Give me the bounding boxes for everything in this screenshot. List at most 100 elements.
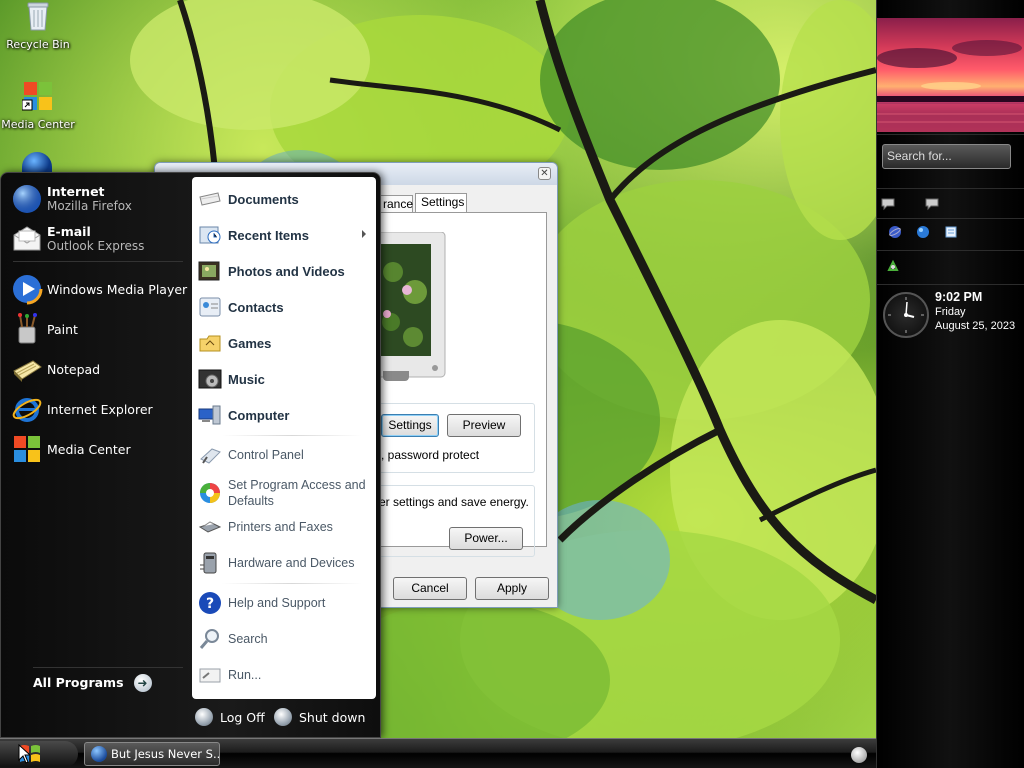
place-program-access[interactable]: Set Program Access and Defaults [198,473,370,513]
tab-appearance[interactable]: rance [377,195,413,213]
log-off-button[interactable]: Log Off [195,708,265,726]
place-label: Contacts [228,299,284,315]
notes-gadget [877,188,1024,218]
analog-clock-icon [883,292,929,338]
power-button[interactable]: Power... [449,527,523,550]
place-games[interactable]: Games [198,329,370,357]
pinned-item-internet[interactable]: Internet Mozilla Firefox [11,181,189,217]
all-programs-button[interactable]: All Programs ➜ [33,667,183,693]
games-icon [199,335,221,352]
recent-item-paint[interactable]: Paint [11,311,189,347]
recycle-icon[interactable] [886,259,900,273]
password-protect-text: , password protect [381,448,480,462]
pinned-separator [13,261,183,262]
place-computer[interactable]: Computer [198,401,370,429]
place-recent-items[interactable]: Recent Items [198,221,370,249]
printer-icon [198,521,222,533]
globe-icon[interactable] [916,225,930,239]
network-icon[interactable] [888,225,902,239]
place-label: Photos and Videos [228,263,345,279]
paint-icon [18,313,37,344]
pinned-item-title: E-mail [47,224,91,239]
cancel-button[interactable]: Cancel [393,577,467,600]
taskbar-button-window[interactable]: But Jesus Never S... [84,742,220,766]
recent-item-internet-explorer[interactable]: Internet Explorer [11,391,189,427]
slideshow-gadget[interactable] [877,18,1024,132]
shut-down-button[interactable]: Shut down [274,708,365,726]
place-label: Hardware and Devices [228,556,355,570]
contacts-icon [199,297,221,317]
place-label: Recent Items [228,227,309,243]
place-documents[interactable]: Documents [198,185,370,213]
desktop-icon-label: Media Center [1,118,75,131]
clock-date: August 25, 2023 [935,320,1016,332]
outlook-express-icon [13,226,41,251]
place-label: Computer [228,407,290,423]
launcher-gadget [877,218,1024,248]
place-printers-faxes[interactable]: Printers and Faxes [198,513,370,541]
place-label: Search [228,632,268,646]
screen-saver-preview-button[interactable]: Preview [447,414,521,437]
search-gadget: Search for... [877,134,1024,180]
recent-item-label: Media Center [47,441,131,457]
monitor-stand [383,371,409,381]
place-label: Help and Support [228,596,326,610]
desktop-icon-label: Recycle Bin [6,38,70,51]
firefox-icon [13,185,41,213]
submenu-arrow-icon [362,230,366,238]
media-center-icon [14,436,40,462]
notepad-icon[interactable] [944,225,958,239]
monitor-preview-icon [373,232,446,378]
pinned-item-email[interactable]: E-mail Outlook Express [11,221,189,257]
notepad-icon [13,360,42,382]
dialog-close-button[interactable]: ✕ [538,167,551,180]
recent-item-label: Windows Media Player [47,281,188,297]
place-label: Games [228,335,272,351]
desktop-icon-recycle-bin[interactable]: Recycle Bin [0,0,76,51]
energy-text: er settings and save energy. [379,495,529,509]
log-off-label: Log Off [220,709,265,725]
taskbar: But Jesus Never S... [0,738,876,768]
log-off-icon [195,708,213,726]
recent-item-label: Notepad [47,361,101,377]
tab-settings[interactable]: Settings [415,193,467,213]
windows-sidebar: Search for... 9:02 PM Friday August 25, … [876,0,1024,768]
screen-saver-settings-button[interactable]: Settings [381,414,439,437]
start-button[interactable] [0,741,78,767]
sunset-image [877,40,1024,132]
speech-bubble-icon[interactable] [881,197,895,211]
place-control-panel[interactable]: Control Panel [198,441,370,469]
recent-item-label: Paint [47,321,78,337]
arrow-right-icon: ➜ [133,673,152,692]
search-input[interactable]: Search for... [882,144,1011,169]
place-hardware-devices[interactable]: Hardware and Devices [198,549,370,577]
show-sidebar-button[interactable] [851,747,867,763]
place-label: Music [228,371,265,387]
place-help-support[interactable]: ? Help and Support [198,589,370,617]
place-label: Run... [228,668,262,682]
place-run[interactable]: Run... [198,661,370,689]
start-menu: Internet Mozilla Firefox E-mail Outlook … [0,172,381,738]
all-programs-label: All Programs [33,675,124,690]
speech-bubble-icon[interactable] [925,197,939,211]
place-music[interactable]: Music [198,365,370,393]
shut-down-label: Shut down [299,709,366,725]
recycle-bin-icon [27,2,49,31]
recent-item-label: Internet Explorer [47,401,153,417]
start-menu-places-pane: Documents Recent Items Photos and Videos… [192,177,376,699]
desktop-icon-partial[interactable] [22,152,52,174]
feed-gadget [877,250,1024,282]
place-search[interactable]: Search [198,625,370,653]
pinned-item-subtitle: Mozilla Firefox [47,199,132,213]
music-icon [198,369,222,389]
recent-item-notepad[interactable]: Notepad [11,351,189,387]
photos-videos-icon [198,261,220,281]
apply-button[interactable]: Apply [475,577,549,600]
place-contacts[interactable]: Contacts [198,293,370,321]
recent-item-media-center[interactable]: Media Center [11,431,189,467]
desktop-icon-media-center[interactable]: Media Center [0,80,76,131]
internet-explorer-icon [12,398,42,422]
places-separator [222,435,362,436]
recent-item-windows-media-player[interactable]: Windows Media Player [11,271,189,307]
place-photos-videos[interactable]: Photos and Videos [198,257,370,285]
